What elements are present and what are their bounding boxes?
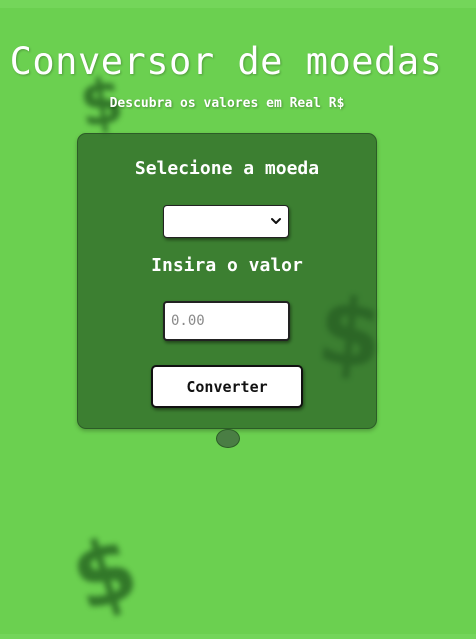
- convert-button[interactable]: Converter: [151, 365, 303, 408]
- currency-select[interactable]: [163, 205, 289, 238]
- result-output: [216, 429, 240, 448]
- converter-panel: Selecione a moeda Insira o valor Convert…: [77, 133, 377, 429]
- value-input[interactable]: [163, 301, 290, 341]
- page-title: Conversor de moedas: [9, 40, 443, 83]
- dollar-sign-decoration: $: [59, 515, 150, 632]
- top-band: [0, 0, 476, 8]
- chevron-down-icon: [271, 218, 281, 224]
- bottom-band: [0, 634, 476, 639]
- page-subtitle: Descubra os valores em Real R$: [109, 96, 345, 111]
- currency-select-label: Selecione a moeda: [134, 158, 320, 179]
- value-input-label: Insira o valor: [151, 255, 303, 276]
